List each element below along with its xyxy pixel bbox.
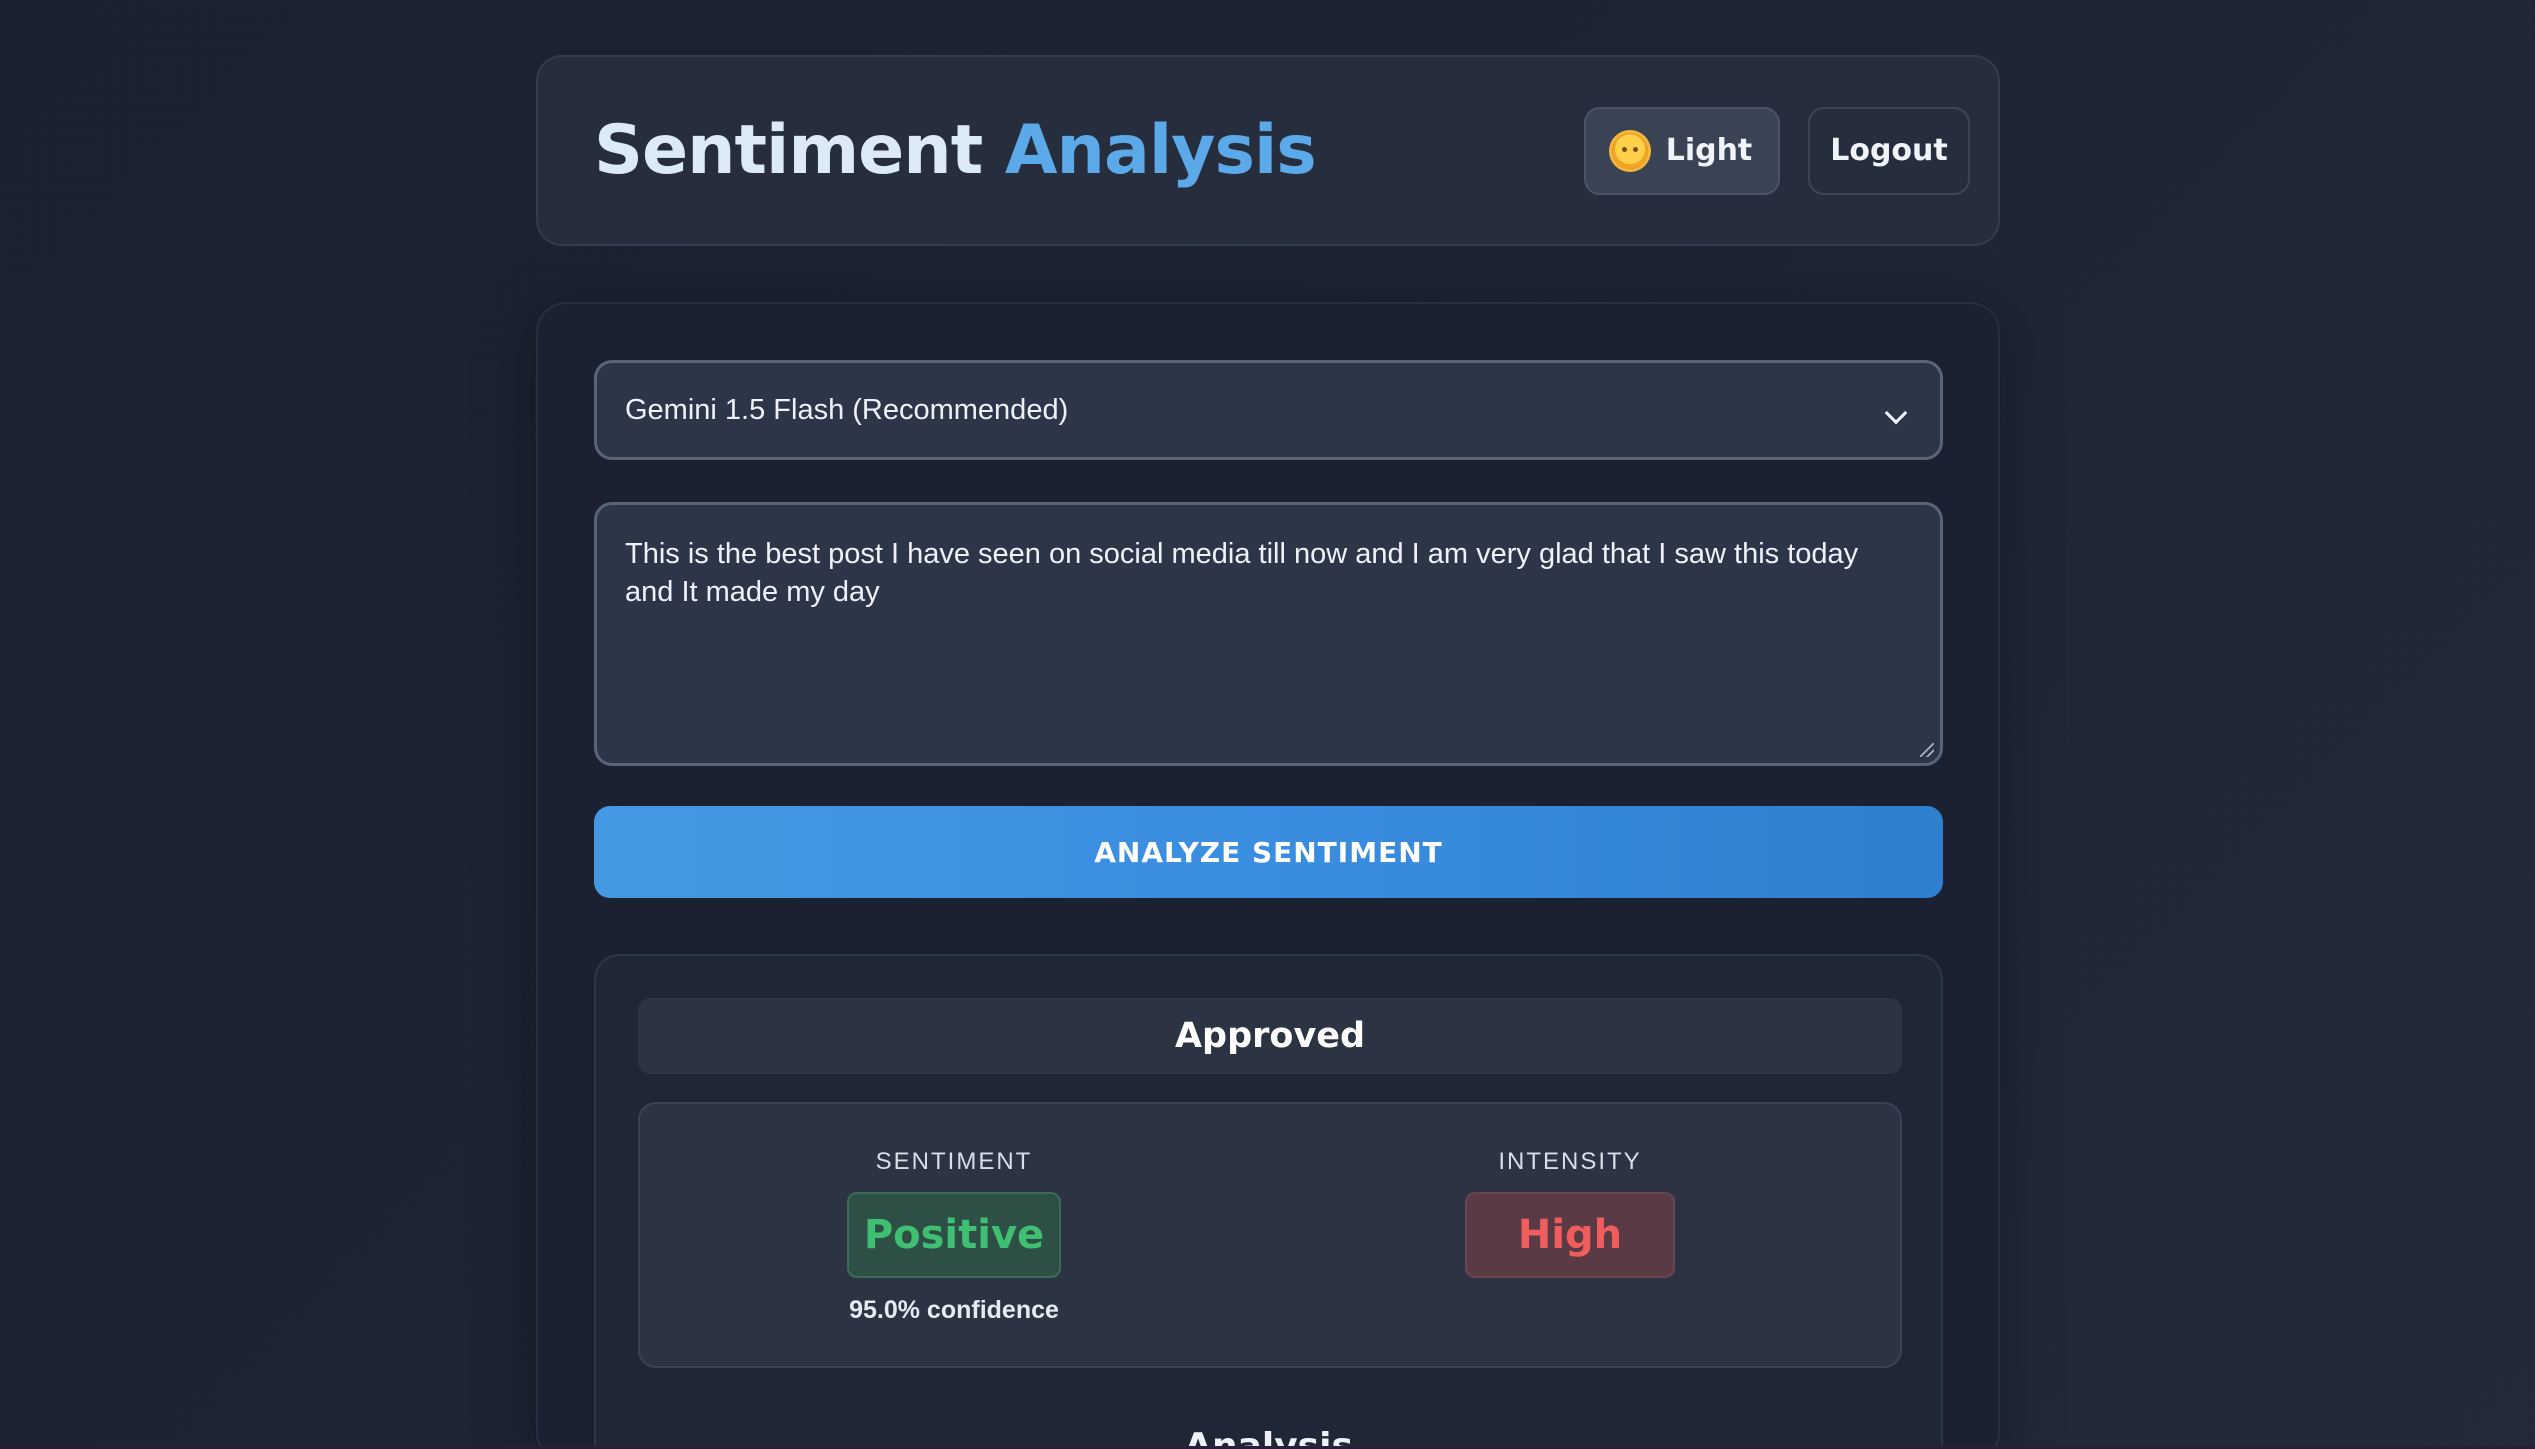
sentiment-badge: Positive — [847, 1192, 1061, 1278]
analysis-card: Gemini 1.5 Flash (Recommended) This is t… — [536, 302, 2000, 1449]
result-panel: Approved SENTIMENT Positive 95.0% confid… — [594, 954, 1943, 1449]
text-input-value: This is the best post I have seen on soc… — [625, 538, 1859, 608]
sentiment-label: SENTIMENT — [875, 1148, 1033, 1175]
metrics-panel: SENTIMENT Positive 95.0% confidence INTE… — [638, 1102, 1902, 1368]
page-title-part2: Analysis — [1004, 111, 1317, 190]
app-header: Sentiment Analysis Light Logout — [536, 55, 2000, 246]
header-actions: Light Logout — [1584, 106, 1970, 195]
intensity-label: INTENSITY — [1498, 1148, 1642, 1175]
chevron-down-icon — [1884, 401, 1908, 425]
intensity-metric: INTENSITY High — [1320, 1148, 1820, 1278]
theme-toggle-label: Light — [1665, 133, 1753, 168]
logout-button[interactable]: Logout — [1808, 106, 1970, 195]
sentiment-metric: SENTIMENT Positive 95.0% confidence — [704, 1148, 1204, 1325]
confidence-text: 95.0% confidence — [849, 1296, 1059, 1324]
sun-emoji-icon — [1611, 132, 1648, 169]
text-input[interactable]: This is the best post I have seen on soc… — [594, 502, 1943, 766]
resize-handle[interactable] — [1920, 743, 1934, 757]
intensity-badge: High — [1465, 1192, 1675, 1278]
status-banner: Approved — [638, 998, 1902, 1074]
page-title-part1: Sentiment — [594, 111, 983, 190]
theme-toggle-button[interactable]: Light — [1584, 106, 1780, 195]
model-select[interactable]: Gemini 1.5 Flash (Recommended) — [594, 360, 1943, 460]
analyze-sentiment-button[interactable]: ANALYZE SENTIMENT — [594, 806, 1943, 898]
page-title: Sentiment Analysis — [594, 111, 1317, 190]
model-select-value: Gemini 1.5 Flash (Recommended) — [625, 393, 1069, 426]
